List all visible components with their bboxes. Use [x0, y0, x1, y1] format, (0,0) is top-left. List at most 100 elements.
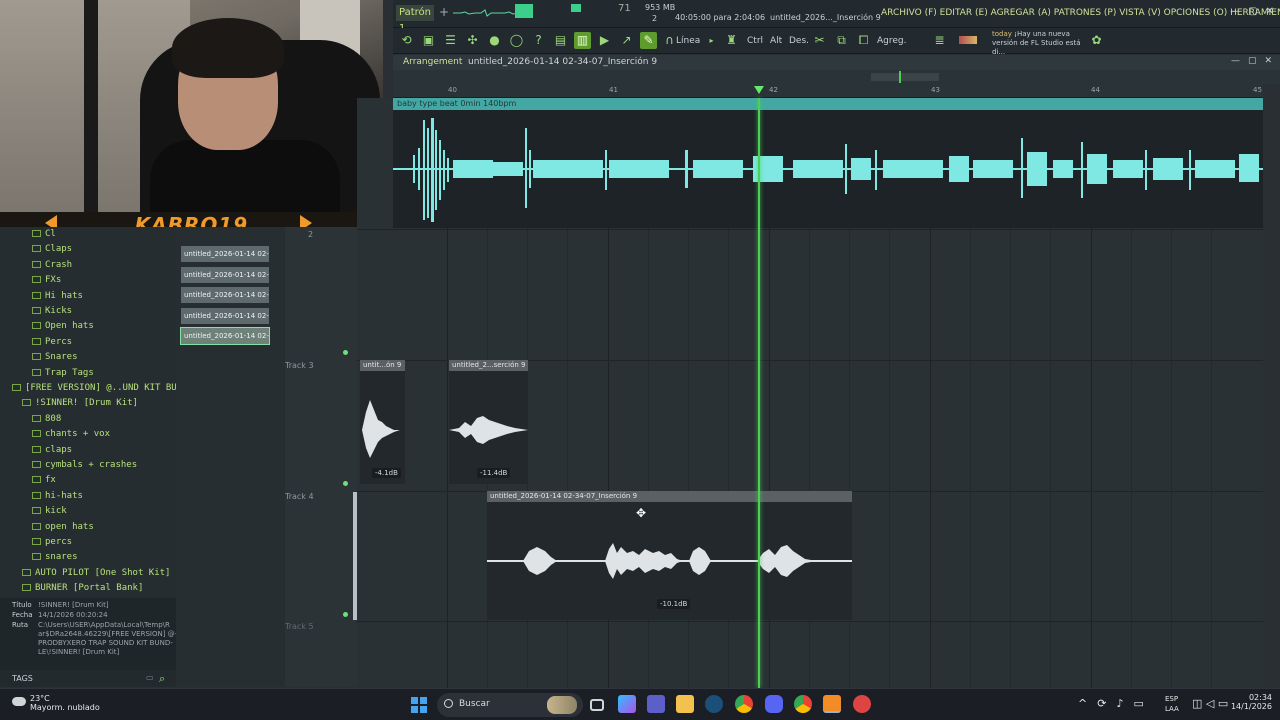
play-icon[interactable]: ▶ [596, 32, 613, 49]
browser-folder-item[interactable]: hi-hats [32, 491, 83, 501]
pattern-selector[interactable]: Patrón 1 [396, 5, 434, 34]
add-button[interactable]: Agreg. [877, 36, 906, 46]
task-view-icon[interactable] [590, 699, 604, 711]
cut-icon[interactable]: ✂ [811, 32, 828, 49]
browser-folder-item[interactable]: snares [32, 552, 78, 562]
playlist-maximize-icon[interactable]: ▢ [1248, 56, 1257, 66]
track3-mute-icon[interactable] [343, 481, 348, 486]
copilot-icon[interactable] [618, 695, 636, 713]
app-icon[interactable] [853, 695, 871, 713]
browser-folder-item[interactable]: percs [32, 537, 72, 547]
snap-icon[interactable]: ▥ [574, 32, 591, 49]
chrome-profile-icon[interactable] [794, 695, 812, 713]
audio-clip-track4[interactable]: untitled_2026-01-14 02-34-07_Inserción 9… [487, 491, 852, 620]
snap-mode-label[interactable]: Línea [676, 36, 700, 46]
track4-mute-icon[interactable] [343, 612, 348, 617]
playlist-overview-scroll[interactable] [393, 70, 1280, 84]
deselect-button[interactable]: Des. [789, 36, 809, 46]
browser-folder-item[interactable]: FXs [32, 275, 61, 285]
browser-folder-item[interactable]: fx [32, 475, 56, 485]
playhead[interactable] [758, 98, 760, 688]
browser-folder-item[interactable]: !SINNER! [Drum Kit] [22, 398, 138, 408]
pattern-clip-item[interactable]: untitled_2026-01-14 02-... [181, 266, 269, 283]
tray-chevron-icon[interactable]: ^ [1078, 697, 1087, 710]
save-icon[interactable]: ▣ [420, 32, 437, 49]
tray-sync-icon[interactable]: ⟳ [1097, 697, 1106, 710]
track4-volume-bar[interactable] [353, 492, 357, 620]
chevron-right-icon[interactable]: ▸ [703, 32, 720, 49]
file-explorer-icon[interactable] [676, 695, 694, 713]
audio-clip-track3-b[interactable]: untitled_2...serción 9 -11.4dB [449, 360, 528, 484]
playlist-minimize-icon[interactable]: — [1231, 56, 1240, 66]
tag-folder-icon[interactable]: ▭ [146, 673, 154, 682]
undo-icon[interactable]: ⟲ [398, 32, 415, 49]
network-volume-icons[interactable]: ◫ ◁ ▭ [1192, 697, 1228, 710]
pattern-clip-item[interactable]: untitled_2026-01-14 02-... [181, 307, 269, 324]
browser-folder-item[interactable]: Percs [32, 337, 72, 347]
track4-label[interactable]: Track 4 [285, 492, 355, 501]
weather-widget[interactable]: 23°C Mayorm. nublado [30, 694, 100, 712]
minimize-icon[interactable]: — [1230, 6, 1240, 17]
playhead-marker-icon[interactable] [754, 86, 764, 94]
taskbar-search[interactable]: Buscar [437, 693, 583, 717]
playlist-title[interactable]: Arrangement [403, 57, 462, 67]
audio-clip-baby-type-beat[interactable]: baby type beat 0min 140bpm [393, 98, 1263, 228]
search-icon[interactable]: ⌕ [159, 672, 165, 686]
close-icon[interactable]: ✕ [1266, 6, 1274, 17]
copy-icon[interactable]: ⧉ [833, 32, 850, 49]
windows-start-icon[interactable] [411, 697, 427, 713]
browser-folder-item[interactable]: Claps [32, 244, 72, 254]
track2-mute-icon[interactable] [343, 350, 348, 355]
draw-icon[interactable]: ↗ [618, 32, 635, 49]
browser-folder-item[interactable]: Snares [32, 352, 78, 362]
browser-folder-item[interactable]: chants + vox [32, 429, 110, 439]
mixer-icon[interactable]: ☰ [442, 32, 459, 49]
browser-folder-item[interactable]: kick [32, 506, 67, 516]
browser-folder-item[interactable]: AUTO PILOT [One Shot Kit] [22, 568, 170, 578]
tags-bar[interactable]: TAGS ▭ ⌕ [0, 670, 176, 687]
browser-folder-item[interactable]: BURNER [Portal Bank] [22, 583, 143, 593]
browser-folder-item[interactable]: Crash [32, 260, 72, 270]
browser-folder-item[interactable]: Kicks [32, 306, 72, 316]
list-icon[interactable]: ≣ [931, 32, 948, 49]
browser-folder-item[interactable]: Hi hats [32, 291, 83, 301]
paste-icon[interactable]: ⧠ [855, 32, 872, 49]
steam-icon[interactable] [705, 695, 723, 713]
browser-icon[interactable]: ▤ [552, 32, 569, 49]
browser-folder-item[interactable]: Trap Tags [32, 368, 94, 378]
browser-folder-item[interactable]: [FREE VERSION] @..UND KIT BUNDLE [12, 383, 198, 393]
pattern-clip-item[interactable]: untitled_2026-01-14 02-... [180, 327, 270, 345]
pattern-clip-item[interactable]: untitled_2026-01-14 02-... [181, 287, 269, 303]
browser-folder-item[interactable]: cymbals + crashes [32, 460, 137, 470]
stamp-icon[interactable]: ♜ [723, 32, 740, 49]
pattern-clip-item[interactable]: untitled_2026-01-14 02-... [181, 246, 269, 262]
discord-icon[interactable] [765, 695, 783, 713]
paint-icon[interactable]: ✎ [640, 32, 657, 49]
news-panel[interactable]: today ¡Hay una nueva versión de FL Studi… [992, 30, 1092, 57]
fl-studio-icon[interactable] [823, 695, 841, 713]
ctrl-button[interactable]: Ctrl [747, 36, 763, 46]
maximize-icon[interactable]: ▢ [1248, 6, 1257, 17]
record-mic-icon[interactable]: ● [486, 32, 503, 49]
track5-label[interactable]: Track 5 [285, 622, 355, 631]
playlist-close-icon[interactable]: ✕ [1264, 56, 1272, 66]
help-icon[interactable]: ? [530, 32, 547, 49]
tray-keyboard-icon[interactable]: ▭ [1133, 697, 1143, 710]
piano-roll-icon[interactable]: ✣ [464, 32, 481, 49]
track3-label[interactable]: Track 3 [285, 361, 355, 370]
clock[interactable]: 02:34 14/1/2026 [1231, 693, 1272, 711]
browser-folder-item[interactable]: 808 [32, 414, 61, 424]
browser-folder-item[interactable]: open hats [32, 522, 94, 532]
track2-label[interactable]: 2 [308, 230, 378, 239]
teams-icon[interactable] [647, 695, 665, 713]
overview-thumb[interactable] [871, 73, 939, 81]
main-menu[interactable]: ARCHIVO (F) EDITAR (E) AGREGAR (A) PATRO… [881, 8, 1280, 18]
tray-mic-icon[interactable]: ♪ [1116, 697, 1123, 710]
timeline-ruler[interactable]: 40 41 42 43 44 45 [393, 84, 1263, 98]
audio-clip-track3-a[interactable]: untit...ón 9 -4.1dB [360, 360, 405, 484]
chrome-icon[interactable] [735, 695, 753, 713]
add-pattern-button[interactable]: + [439, 5, 449, 19]
browser-folder-item[interactable]: Open hats [32, 321, 94, 331]
language-indicator[interactable]: ESP LAA [1165, 694, 1179, 714]
browser-folder-item[interactable]: Cl [32, 229, 56, 239]
